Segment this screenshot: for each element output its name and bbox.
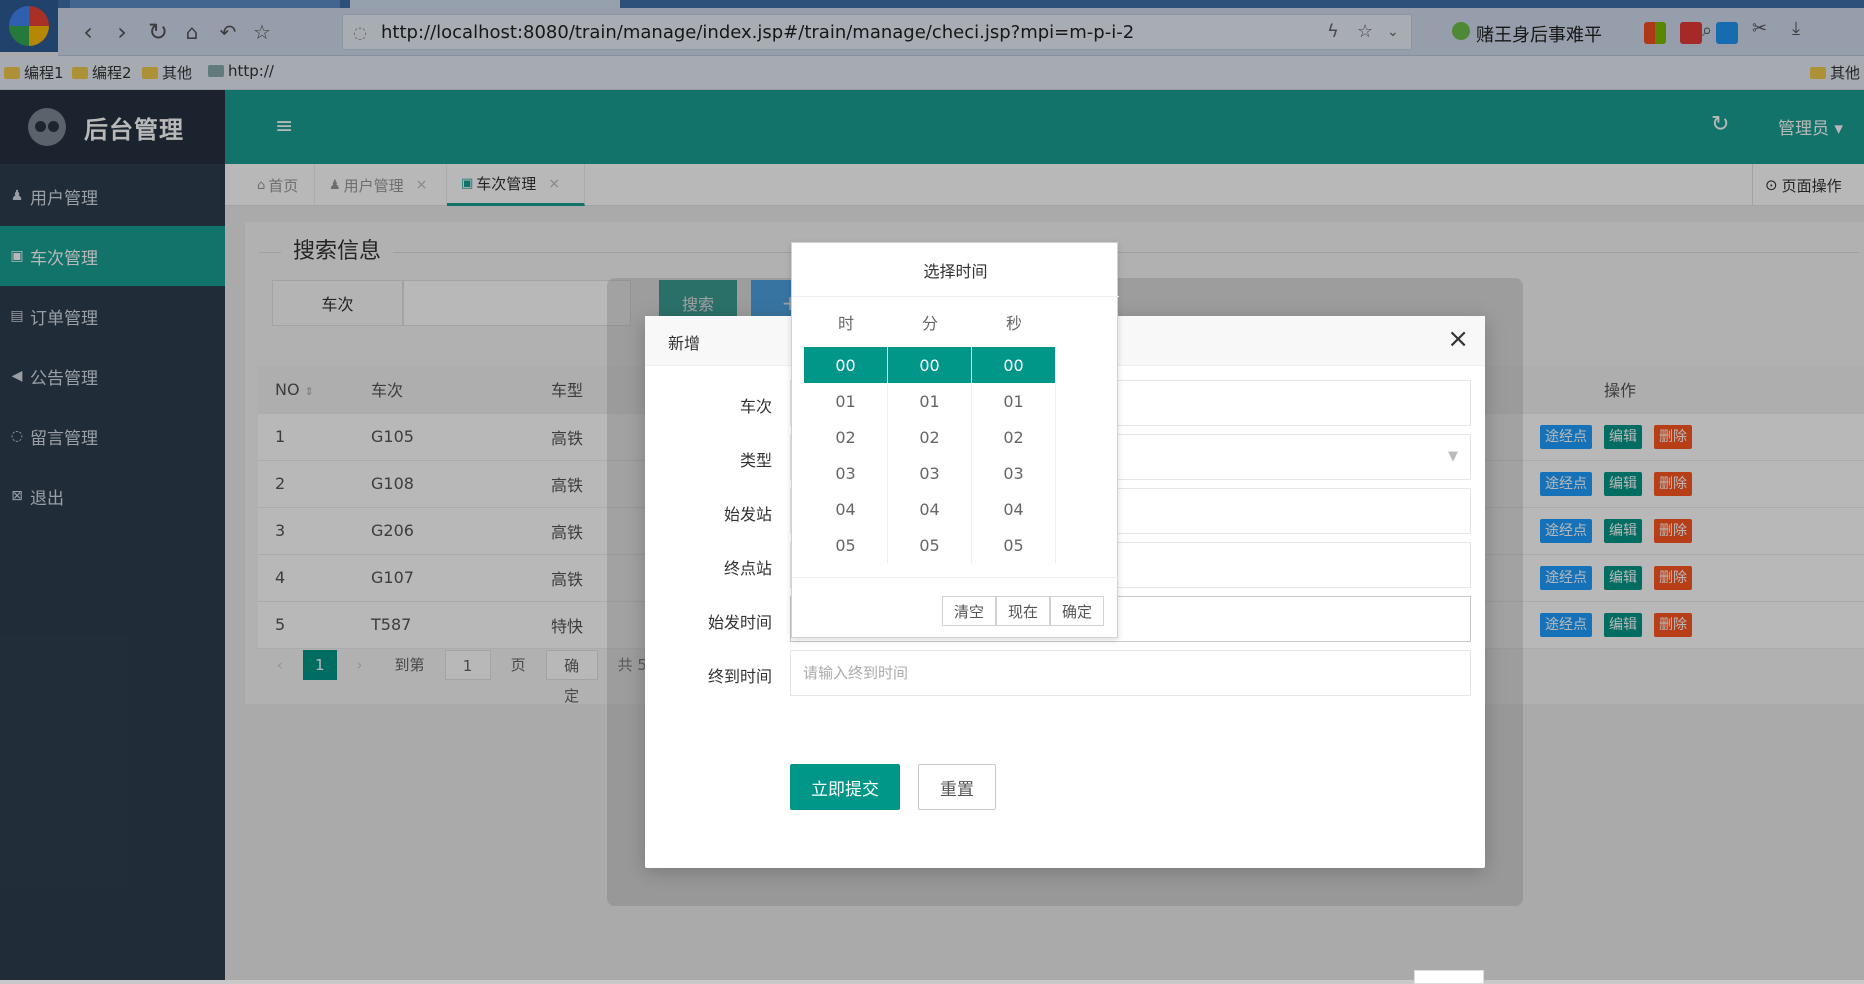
- time-option[interactable]: 04: [804, 491, 888, 527]
- time-option[interactable]: 02: [888, 419, 972, 455]
- time-option[interactable]: 02: [972, 419, 1056, 455]
- reset-button[interactable]: 重置: [918, 764, 996, 810]
- time-option[interactable]: 01: [804, 383, 888, 419]
- field-label: 车次: [739, 397, 772, 416]
- form-row-arrive-time: 终到时间 请输入终到时间: [645, 650, 1485, 696]
- field-label: 始发站: [723, 505, 772, 524]
- time-option[interactable]: 03: [804, 455, 888, 491]
- time-option[interactable]: 05: [888, 527, 972, 563]
- screen: { "browser": { "url": "http://localhost:…: [0, 0, 1864, 984]
- field-label: 类型: [739, 451, 772, 470]
- clear-button[interactable]: 清空: [942, 596, 996, 626]
- status-bar: [0, 980, 1864, 984]
- time-picker-title: 选择时间: [792, 243, 1119, 297]
- time-option[interactable]: 01: [972, 383, 1056, 419]
- field-label: 终点站: [723, 559, 772, 578]
- chevron-down-icon: ▼: [1448, 449, 1458, 464]
- time-option[interactable]: 03: [888, 455, 972, 491]
- time-option[interactable]: 04: [888, 491, 972, 527]
- column-header: 分: [921, 314, 938, 333]
- time-option[interactable]: 05: [804, 527, 888, 563]
- now-button[interactable]: 现在: [996, 596, 1050, 626]
- scroll-tab[interactable]: [1414, 970, 1484, 984]
- time-option[interactable]: 00: [888, 347, 972, 383]
- confirm-button[interactable]: 确定: [1050, 596, 1104, 626]
- time-option[interactable]: 00: [972, 347, 1056, 383]
- field-label: 始发时间: [707, 613, 772, 632]
- column-header: 时: [837, 314, 854, 333]
- time-picker-footer: 清空 现在 确定: [792, 577, 1119, 639]
- field-label: 终到时间: [707, 667, 772, 686]
- time-option[interactable]: 00: [804, 347, 888, 383]
- time-option[interactable]: 03: [972, 455, 1056, 491]
- time-option[interactable]: 04: [972, 491, 1056, 527]
- hour-column: 时 00 01 02 03 04 05: [804, 297, 888, 563]
- time-picker: 选择时间 时 00 01 02 03 04 05 分 00 01 02 03 04 05 秒 00 01 02 03…: [791, 242, 1119, 639]
- time-option[interactable]: 02: [804, 419, 888, 455]
- time-option[interactable]: 01: [888, 383, 972, 419]
- dialog-title: 新增: [668, 334, 701, 353]
- column-header: 秒: [1005, 314, 1022, 333]
- second-column: 秒 00 01 02 03 04 05: [972, 297, 1056, 563]
- close-icon[interactable]: ×: [1447, 324, 1469, 354]
- time-option[interactable]: 05: [972, 527, 1056, 563]
- minute-column: 分 00 01 02 03 04 05: [888, 297, 972, 563]
- arrive-time-input[interactable]: 请输入终到时间: [790, 650, 1471, 696]
- submit-button[interactable]: 立即提交: [790, 764, 900, 810]
